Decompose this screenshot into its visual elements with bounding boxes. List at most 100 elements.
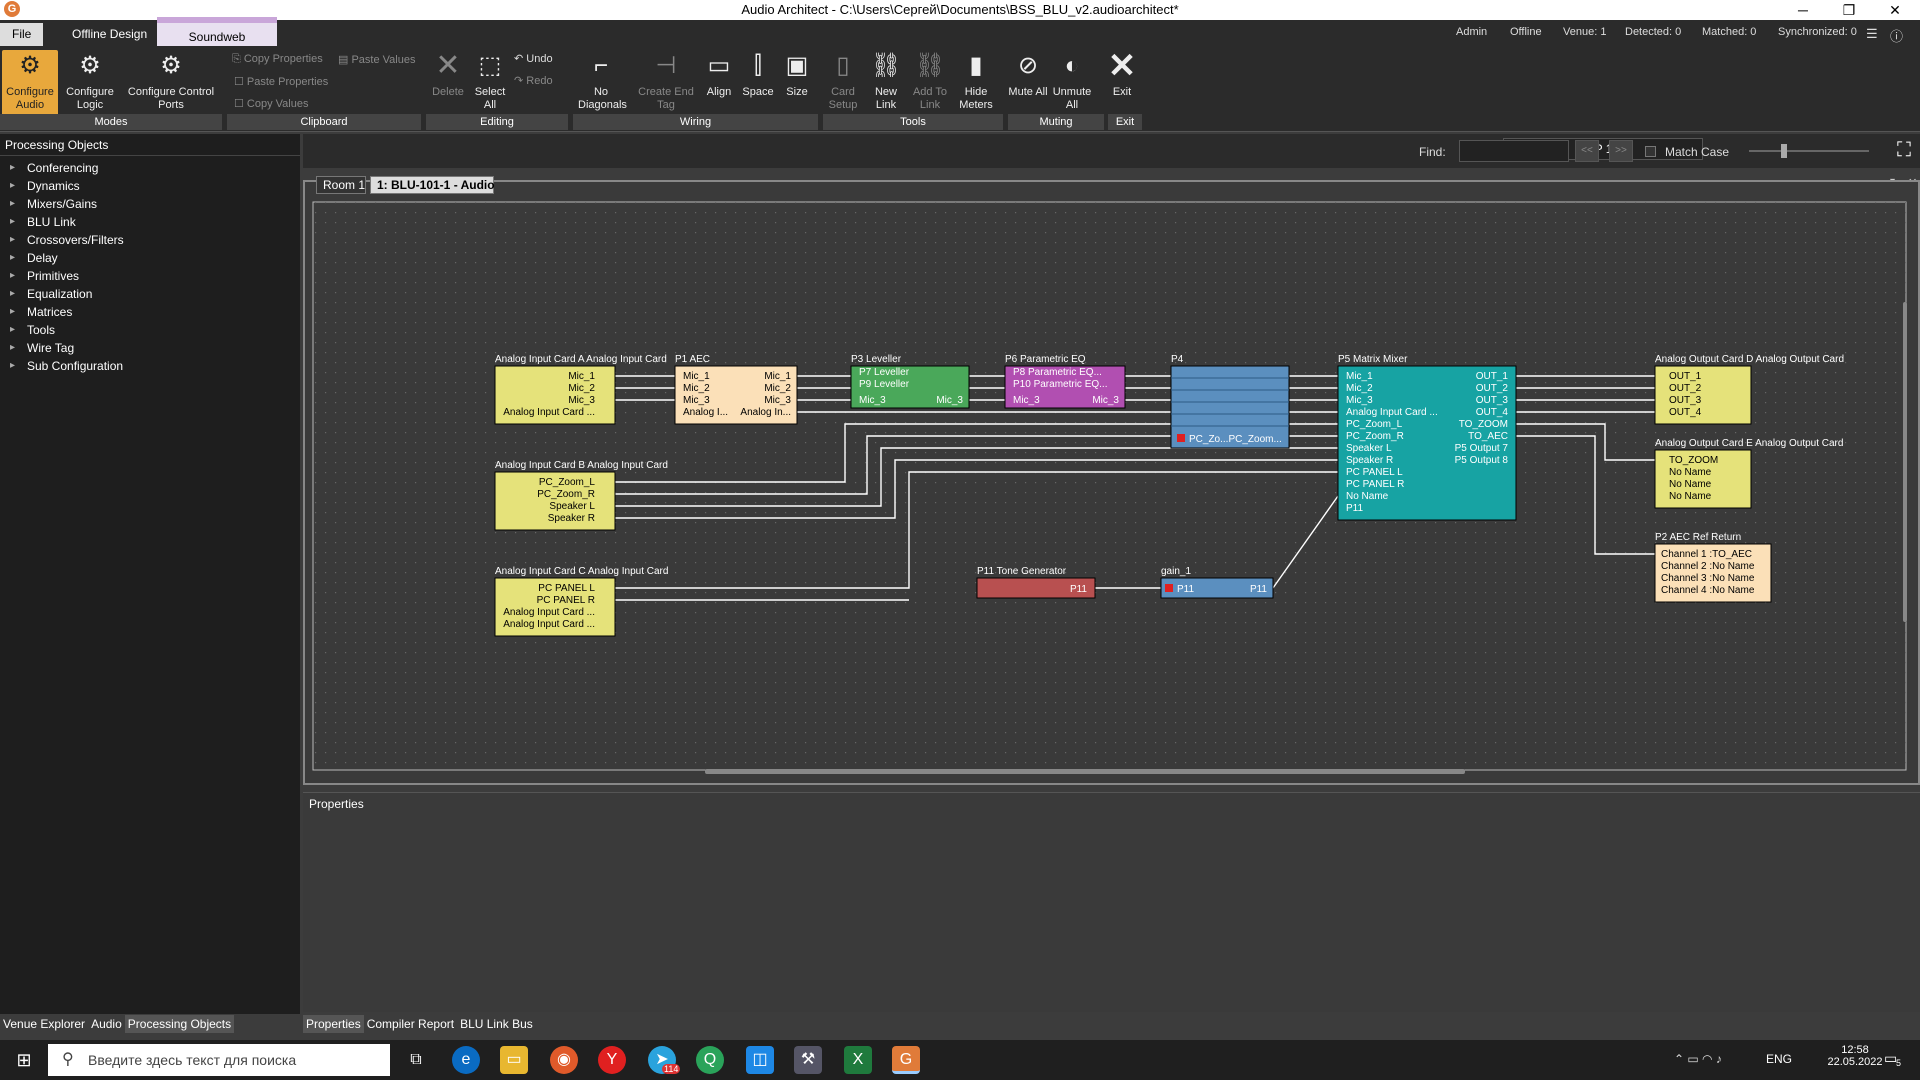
zoom-slider-track[interactable]	[1749, 150, 1869, 152]
tab-properties[interactable]: Properties	[303, 1015, 364, 1033]
app-icon[interactable]: ◫	[746, 1046, 774, 1074]
port-label: No Name	[1669, 479, 1712, 490]
tree-item-mixers-gains[interactable]: Mixers/Gains	[0, 195, 300, 213]
tab-soundweb-london[interactable]: Soundweb London	[157, 17, 277, 73]
port-label: Mic_3	[764, 395, 791, 406]
find-prev-button[interactable]: <<	[1575, 140, 1599, 162]
hide-meters-button[interactable]: ▮ Hide Meters	[956, 50, 996, 112]
create-end-tag-button[interactable]: ⊣ Create End Tag	[638, 50, 694, 112]
new-link-button[interactable]: ⛓ New Link	[866, 50, 906, 112]
configure-logic-button[interactable]: ⚙ Configure Logic	[62, 50, 118, 112]
exit-button[interactable]: ✕ Exit	[1104, 49, 1140, 99]
mute-all-button[interactable]: ⊘ Mute All	[1008, 50, 1048, 99]
design-canvas[interactable]: Analog Input Card A Analog Input Card Mi…	[303, 180, 1920, 785]
space-button[interactable]: ⫿ Space	[740, 50, 776, 99]
size-button[interactable]: ▣ Size	[780, 50, 814, 99]
tree-item-conferencing[interactable]: Conferencing	[0, 159, 300, 177]
help-icon[interactable]: ⓘ	[1890, 26, 1903, 45]
no-diagonals-button[interactable]: ⌐ No Diagonals	[578, 50, 627, 112]
port-label: Mic_1	[1346, 371, 1373, 382]
paste-properties-button[interactable]: ☐ Paste Properties	[234, 75, 328, 88]
task-view-icon[interactable]: ⧉	[402, 1046, 430, 1074]
configure-audio-button[interactable]: ⚙ Configure Audio	[2, 50, 58, 116]
taskbar-search[interactable]: ⚲ Введите здесь текст для поиска	[48, 1044, 390, 1076]
status-venue: Venue: 1	[1563, 26, 1607, 38]
card-setup-button[interactable]: ▯ Card Setup	[824, 50, 862, 112]
gain-mute-indicator[interactable]	[1165, 584, 1173, 592]
port-label: P11	[1346, 503, 1363, 514]
yandex-icon[interactable]: Y	[598, 1046, 626, 1074]
match-case-checkbox[interactable]	[1645, 146, 1656, 157]
align-button[interactable]: ▭ Align	[702, 50, 736, 99]
tab-offline-design[interactable]: Offline Design	[60, 23, 159, 46]
network-tool-icon[interactable]: ⚒	[794, 1046, 822, 1074]
tab-blu-101-audio[interactable]: 1: BLU-101-1 - Audio	[370, 176, 495, 194]
find-input[interactable]	[1459, 140, 1569, 162]
match-case-label: Match Case	[1665, 145, 1730, 159]
configure-ports-button[interactable]: ⚙ Configure Control Ports	[124, 50, 218, 112]
h-scrollbar[interactable]	[705, 769, 1465, 774]
tree-item-wire-tag[interactable]: Wire Tag	[0, 339, 300, 357]
exit-label: Exit	[1112, 86, 1132, 98]
redo-button[interactable]: ↷ Redo	[514, 74, 553, 87]
port-label: Channel 3 :No Name	[1661, 573, 1755, 584]
tree-item-delay[interactable]: Delay	[0, 249, 300, 267]
tree-item-dynamics[interactable]: Dynamics	[0, 177, 300, 195]
q-app-icon[interactable]: Q	[696, 1046, 724, 1074]
audio-architect-icon[interactable]: G	[892, 1046, 920, 1074]
port-label: Channel 2 :No Name	[1661, 561, 1755, 572]
language-indicator[interactable]: ENG	[1766, 1052, 1792, 1066]
port-label: Mic_3	[1346, 395, 1373, 406]
clock[interactable]: 12:58 22.05.2022	[1820, 1044, 1890, 1068]
copy-values-button[interactable]: ☐ Copy Values	[234, 97, 308, 110]
paste-values-button[interactable]: ▤ Paste Values	[338, 53, 415, 66]
minimize-button[interactable]: ─	[1780, 0, 1826, 20]
list-icon[interactable]: ☰	[1866, 26, 1878, 42]
port-label: TO_ZOOM	[1669, 455, 1718, 466]
tree-item-sub-configuration[interactable]: Sub Configuration	[0, 357, 300, 375]
maximize-button[interactable]: ❐	[1826, 0, 1872, 20]
title-bar: G Audio Architect - C:\Users\Сергей\Docu…	[0, 0, 1920, 20]
undo-button[interactable]: ↶ Undo	[514, 52, 553, 65]
block-aoc-d-title: Analog Output Card D Analog Output Card	[1655, 354, 1844, 365]
add-to-link-button[interactable]: ⛓ Add To Link	[908, 50, 952, 112]
port-label: OUT_4	[1669, 407, 1702, 418]
tree-item-primitives[interactable]: Primitives	[0, 267, 300, 285]
tab-venue-explorer[interactable]: Venue Explorer	[0, 1015, 88, 1033]
port-label: Mic_2	[568, 383, 595, 394]
explorer-icon[interactable]: ▭	[500, 1046, 528, 1074]
tree-item-crossovers-filters[interactable]: Crossovers/Filters	[0, 231, 300, 249]
find-next-button[interactable]: >>	[1609, 140, 1633, 162]
excel-icon[interactable]: X	[844, 1046, 872, 1074]
close-button[interactable]: ✕	[1872, 0, 1918, 20]
v-scrollbar[interactable]	[1903, 302, 1907, 622]
firefox-icon[interactable]: ◉	[550, 1046, 578, 1074]
tab-compiler-report[interactable]: Compiler Report	[364, 1015, 457, 1033]
tab-processing-objects[interactable]: Processing Objects	[124, 1015, 235, 1033]
tab-blu-link-bus[interactable]: BLU Link Bus	[457, 1015, 536, 1033]
copy-values-label: Copy Values	[246, 98, 309, 110]
tray-icons[interactable]: ⌃ ▭ ◠ ♪	[1674, 1052, 1722, 1066]
port-label: No Name	[1346, 491, 1389, 502]
edge-icon[interactable]: e	[452, 1046, 480, 1074]
status-admin[interactable]: Admin	[1456, 26, 1487, 38]
select-all-button[interactable]: ⬚ Select All	[470, 50, 510, 112]
p4-mute-indicator[interactable]	[1177, 434, 1185, 442]
copy-properties-button[interactable]: ⎘ Copy Properties	[232, 53, 323, 66]
properties-tabs: Properties Compiler Report BLU Link Bus	[303, 1015, 536, 1035]
zoom-slider-thumb[interactable]	[1781, 144, 1787, 158]
tree-item-blu-link[interactable]: BLU Link	[0, 213, 300, 231]
tree-item-tools[interactable]: Tools	[0, 321, 300, 339]
delete-button[interactable]: ✕ Delete	[428, 50, 468, 99]
file-menu[interactable]: File	[0, 23, 44, 46]
fit-view-icon[interactable]: ⛶	[1893, 139, 1915, 161]
tab-room-1[interactable]: Room 1	[316, 176, 366, 194]
unmute-all-button[interactable]: ◐ Unmute All	[1050, 50, 1094, 112]
tab-audio[interactable]: Audio	[88, 1015, 125, 1033]
windows-start-icon[interactable]: ⊞	[10, 1046, 38, 1074]
configure-logic-label: Configure Logic	[66, 86, 114, 111]
port-label: PC_Zoom_L	[539, 477, 596, 488]
tree-item-equalization[interactable]: Equalization	[0, 285, 300, 303]
tree-item-matrices[interactable]: Matrices	[0, 303, 300, 321]
port-label: Mic_2	[683, 383, 710, 394]
